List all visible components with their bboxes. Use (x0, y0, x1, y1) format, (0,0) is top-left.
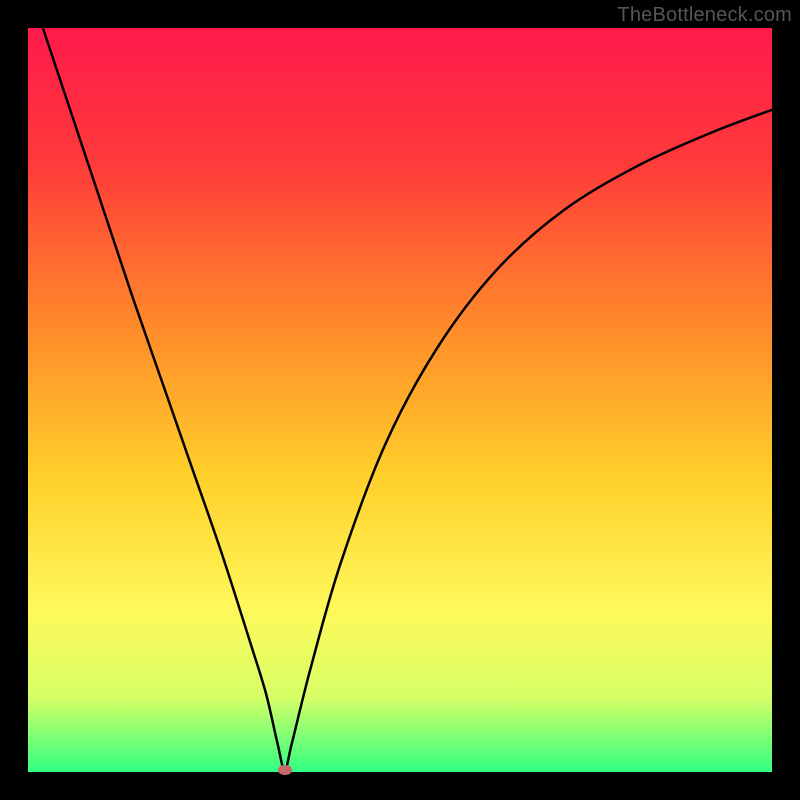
curve-layer (28, 28, 772, 772)
plot-area (28, 28, 772, 772)
watermark-text: TheBottleneck.com (617, 4, 792, 27)
bottleneck-curve (43, 28, 772, 770)
optimal-point-marker (278, 765, 292, 775)
chart-frame: TheBottleneck.com (0, 0, 800, 800)
